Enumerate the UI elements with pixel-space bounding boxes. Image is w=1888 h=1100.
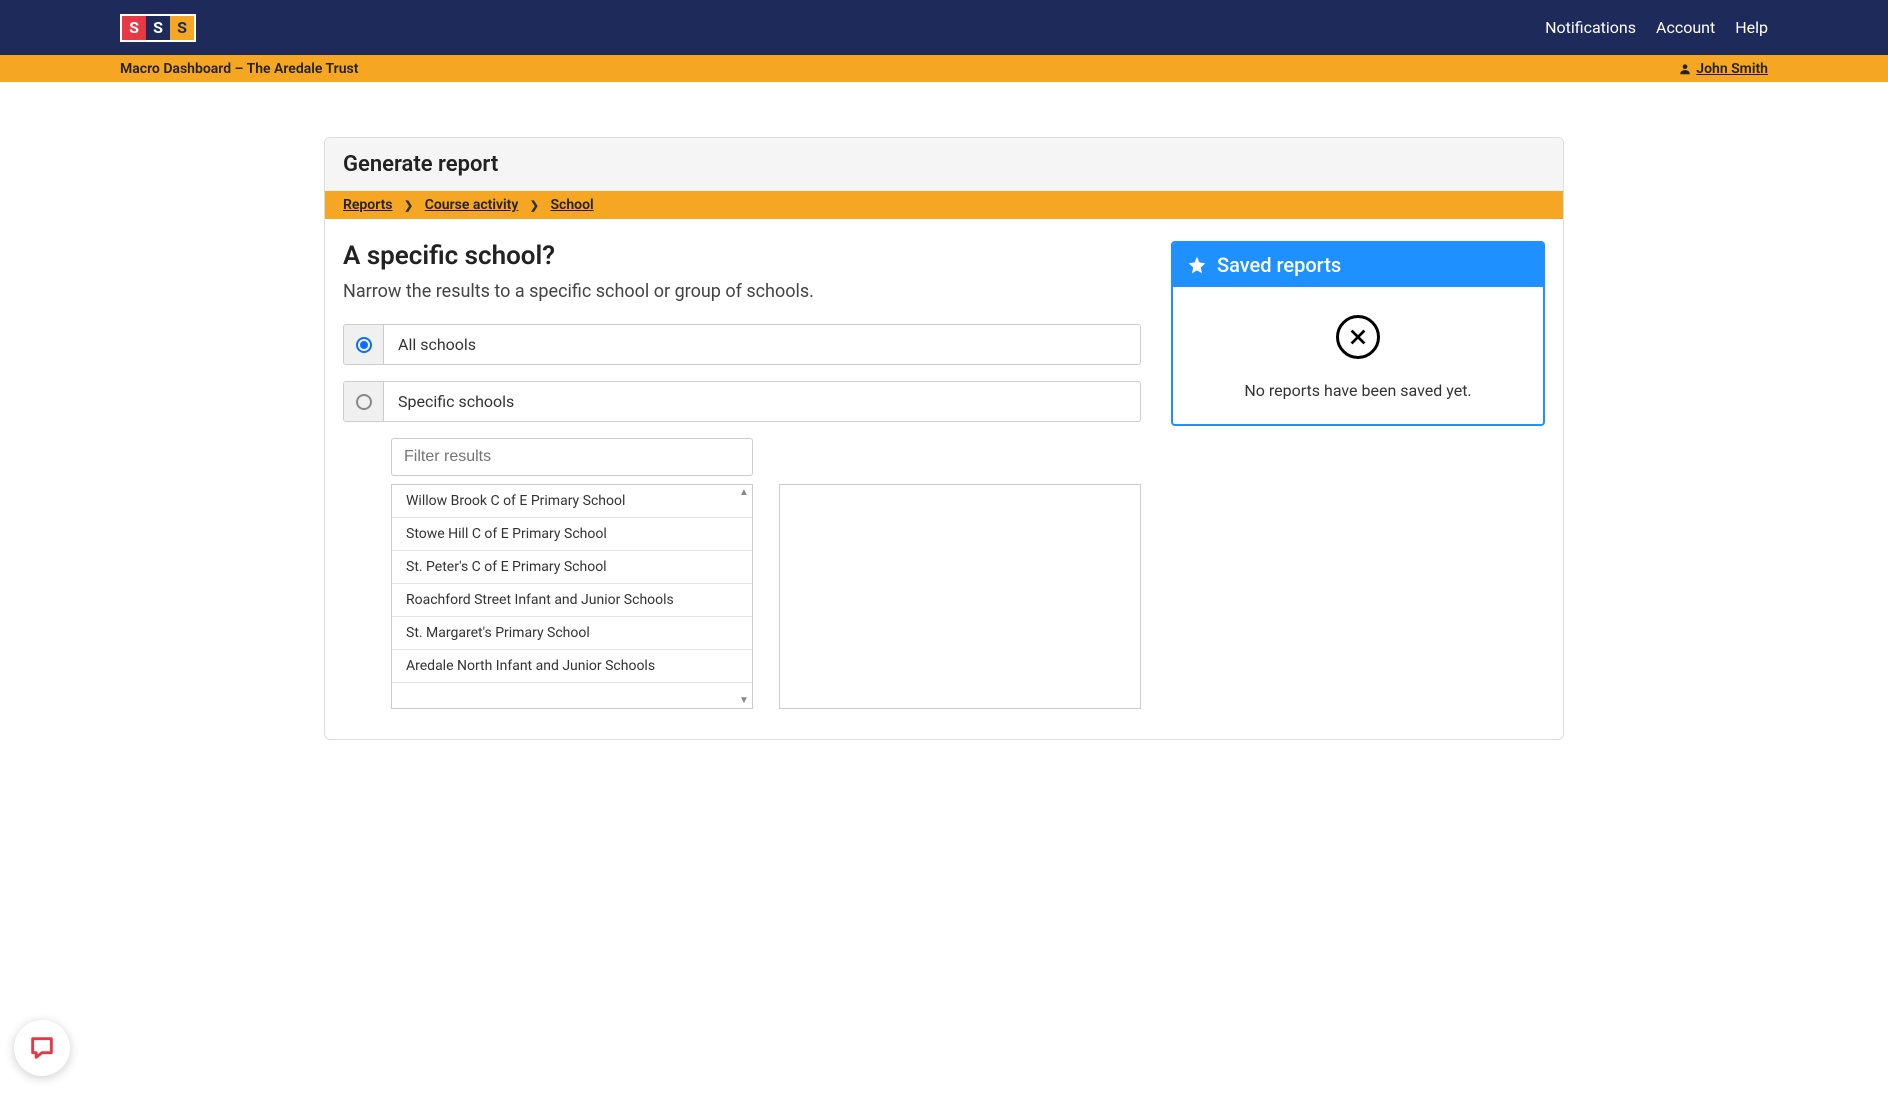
topbar: S S S Notifications Account Help [0,0,1888,55]
dashboard-title: Macro Dashboard – The Aredale Trust [120,61,358,77]
sidebar: Saved reports No reports have been saved… [1171,241,1545,709]
radio-specific-label: Specific schools [384,382,1140,421]
option-all-schools[interactable]: All schools [343,324,1141,365]
saved-reports-panel: Saved reports No reports have been saved… [1171,241,1545,426]
dual-list: ▲ Willow Brook C of E Primary SchoolStow… [391,484,1141,709]
radio-all[interactable] [356,337,372,353]
scroll-down-icon[interactable]: ▼ [738,695,750,706]
saved-reports-header: Saved reports [1173,243,1543,287]
nav-account[interactable]: Account [1656,18,1715,37]
logo[interactable]: S S S [120,14,196,42]
logo-s2: S [146,16,170,40]
list-item[interactable]: St. Peter's C of E Primary School [392,551,752,584]
radio-all-label: All schools [384,325,1140,364]
filter-input[interactable] [391,438,753,476]
card-title: Generate report [325,138,1563,191]
subbar: Macro Dashboard – The Aredale Trust John… [0,55,1888,82]
list-item[interactable]: Stowe Hill C of E Primary School [392,518,752,551]
page-description: Narrow the results to a specific school … [343,281,1141,302]
available-schools-list[interactable]: ▲ Willow Brook C of E Primary SchoolStow… [391,484,753,709]
topnav: Notifications Account Help [1545,18,1768,37]
saved-reports-body: No reports have been saved yet. [1173,287,1543,424]
saved-reports-empty: No reports have been saved yet. [1193,381,1523,400]
user-link[interactable]: John Smith [1678,61,1768,77]
list-item[interactable]: Willow Brook C of E Primary School [392,485,752,518]
breadcrumb: Reports ❯ Course activity ❯ School [325,191,1563,219]
crumb-reports[interactable]: Reports [343,197,393,213]
logo-s1: S [122,16,146,40]
page-heading: A specific school? [343,241,1141,271]
user-name: John Smith [1696,61,1768,77]
selected-schools-list[interactable] [779,484,1141,709]
list-item[interactable]: Roachford Street Infant and Junior Schoo… [392,584,752,617]
saved-reports-title: Saved reports [1217,253,1341,277]
scroll-up-icon[interactable]: ▲ [738,487,750,498]
chevron-right-icon: ❯ [530,199,539,212]
logo-s3: S [170,16,194,40]
crumb-course-activity[interactable]: Course activity [425,197,519,213]
star-icon [1187,255,1207,275]
content: A specific school? Narrow the results to… [325,219,1563,739]
nav-notifications[interactable]: Notifications [1545,18,1636,37]
option-specific-schools[interactable]: Specific schools [343,381,1141,422]
empty-icon [1336,315,1380,359]
chevron-right-icon: ❯ [404,199,413,212]
nav-help[interactable]: Help [1735,18,1768,37]
radio-specific[interactable] [356,394,372,410]
main: A specific school? Narrow the results to… [343,241,1141,709]
list-item[interactable]: St. Margaret's Primary School [392,617,752,650]
radio-cell [344,325,384,364]
chat-button[interactable] [14,1020,70,1076]
report-card: Generate report Reports ❯ Course activit… [324,137,1564,740]
list-item[interactable]: Aredale North Infant and Junior Schools [392,650,752,683]
filter-section: ▲ Willow Brook C of E Primary SchoolStow… [391,438,1141,709]
radio-cell [344,382,384,421]
chat-icon [28,1034,56,1062]
crumb-school[interactable]: School [551,197,594,213]
person-icon [1678,62,1692,76]
